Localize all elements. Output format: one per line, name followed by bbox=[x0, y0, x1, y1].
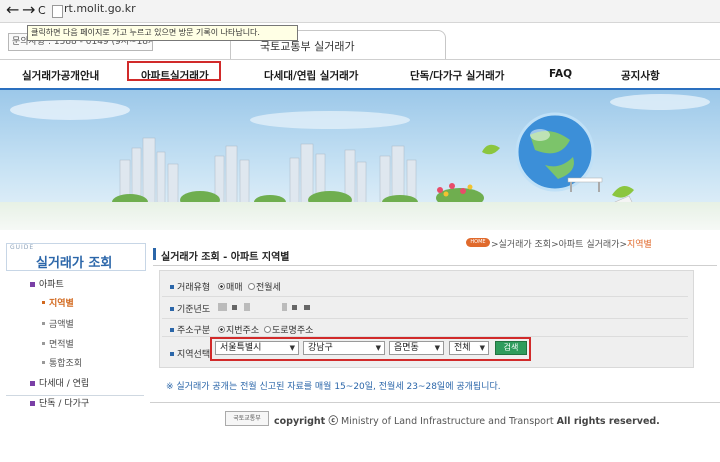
sidebar-item-area[interactable]: 면적별 bbox=[49, 337, 74, 350]
address-bar[interactable]: rt.molit.go.kr bbox=[64, 2, 136, 15]
reload-icon[interactable]: C bbox=[38, 4, 46, 17]
divider bbox=[162, 318, 688, 319]
bullet-icon bbox=[30, 282, 35, 287]
bullet-icon bbox=[30, 381, 35, 386]
breadcrumb-current: 지역별 bbox=[627, 240, 652, 250]
trade-type-label: 거래유형 bbox=[177, 283, 211, 293]
tooltip: 클릭하면 다음 페이지로 가고 누르고 있으면 방문 기록이 나타납니다. bbox=[27, 25, 298, 41]
bullet-icon bbox=[42, 361, 45, 364]
search-button[interactable]: 검색 bbox=[495, 341, 527, 355]
divider bbox=[150, 402, 720, 403]
bullet-icon bbox=[42, 342, 45, 345]
bullet-icon bbox=[170, 352, 174, 356]
blur-mark bbox=[292, 305, 297, 310]
nav-item-detached[interactable]: 단독/다가구 실거래가 bbox=[410, 68, 504, 83]
forward-icon[interactable]: → bbox=[22, 0, 35, 19]
sido-select[interactable]: 서울특별시 ▼ bbox=[215, 341, 299, 355]
address-lot-label: 지번주소 bbox=[226, 326, 260, 336]
divider bbox=[162, 296, 688, 297]
bullet-icon bbox=[30, 401, 35, 406]
bullet-icon bbox=[42, 322, 45, 325]
chevron-down-icon: ▼ bbox=[289, 344, 295, 352]
sido-value: 서울특별시 bbox=[220, 343, 262, 353]
home-badge[interactable]: HOME bbox=[466, 238, 490, 247]
dong-value: 읍면동 bbox=[394, 343, 419, 353]
bullet-icon bbox=[42, 301, 45, 304]
back-icon[interactable]: ← bbox=[6, 0, 19, 19]
blur-mark bbox=[304, 305, 310, 310]
breadcrumb-path[interactable]: >실거래가 조회>아파트 실거래가> bbox=[491, 240, 627, 250]
chevron-down-icon: ▼ bbox=[434, 344, 440, 352]
address-road-label: 도로명주소 bbox=[272, 326, 314, 336]
sidebar-item-detached[interactable]: 단독 / 다가구 bbox=[39, 396, 89, 409]
sidebar-title: 실거래가 조회 bbox=[36, 256, 113, 271]
nav-item-notice[interactable]: 공지사항 bbox=[621, 68, 660, 83]
banner-ground bbox=[0, 202, 720, 230]
sigungu-value: 강남구 bbox=[308, 343, 333, 353]
nav-item-faq[interactable]: FAQ bbox=[549, 68, 572, 80]
nav-item-multiplex[interactable]: 다세대/연립 실거래가 bbox=[264, 68, 358, 83]
trade-sale-radio[interactable] bbox=[218, 283, 225, 290]
filter-value: 전체 bbox=[454, 343, 471, 353]
sidebar-item-multiplex[interactable]: 다세대 / 연립 bbox=[39, 376, 89, 389]
sidebar-item-apartment[interactable]: 아파트 bbox=[39, 277, 64, 290]
sidebar-item-region[interactable]: 지역별 bbox=[49, 296, 74, 309]
chevron-down-icon: ▼ bbox=[479, 344, 485, 352]
publication-notice: ※ 실거래가 공개는 전월 신고된 자료를 매월 15~20일, 전월세 23~… bbox=[166, 382, 501, 392]
breadcrumb: >실거래가 조회>아파트 실거래가>지역별 bbox=[491, 237, 652, 250]
trade-sale-label: 매매 bbox=[226, 283, 243, 293]
bullet-icon bbox=[170, 285, 174, 289]
sidebar-item-price[interactable]: 금액별 bbox=[49, 317, 74, 330]
copyright-body: Ministry of Land Infrastructure and Tran… bbox=[341, 416, 554, 427]
month-select-blurred[interactable] bbox=[282, 303, 287, 311]
trade-rent-radio[interactable] bbox=[248, 283, 255, 290]
bullet-icon bbox=[170, 328, 174, 332]
address-lot-radio[interactable] bbox=[218, 326, 225, 333]
banner-image bbox=[0, 90, 720, 230]
sidebar-item-combined[interactable]: 통합조회 bbox=[49, 356, 82, 369]
blur-mark bbox=[244, 303, 250, 311]
title-marker bbox=[153, 248, 156, 260]
dong-select[interactable]: 읍면동 ▼ bbox=[389, 341, 444, 355]
year-select-blurred[interactable] bbox=[218, 303, 227, 311]
divider bbox=[6, 395, 144, 396]
blur-mark bbox=[232, 305, 237, 310]
divider bbox=[153, 265, 717, 266]
copyright-prefix: copyright ⓒ bbox=[274, 416, 339, 427]
address-road-radio[interactable] bbox=[264, 326, 271, 333]
sigungu-select[interactable]: 강남구 ▼ bbox=[303, 341, 385, 355]
trade-rent-label: 전월세 bbox=[256, 283, 281, 293]
guide-label: GUIDE bbox=[10, 244, 35, 251]
chevron-down-icon: ▼ bbox=[375, 344, 381, 352]
nav-highlight-box bbox=[127, 61, 221, 81]
page-icon bbox=[52, 5, 63, 18]
address-type-label: 주소구분 bbox=[177, 326, 211, 336]
nav-item-guide[interactable]: 실거래가공개안내 bbox=[22, 68, 99, 83]
bullet-icon bbox=[170, 307, 174, 311]
region-label: 지역선택 bbox=[177, 350, 211, 360]
ministry-logo: 국토교통부 bbox=[225, 411, 269, 426]
filter-select[interactable]: 전체 ▼ bbox=[449, 341, 489, 355]
base-year-label: 기준년도 bbox=[177, 305, 211, 315]
copyright-suffix: All rights reserved. bbox=[556, 416, 660, 427]
copyright: copyright ⓒ Ministry of Land Infrastruct… bbox=[274, 413, 660, 427]
page-title: 실거래가 조회 - 아파트 지역별 bbox=[161, 252, 290, 263]
divider bbox=[0, 59, 720, 60]
